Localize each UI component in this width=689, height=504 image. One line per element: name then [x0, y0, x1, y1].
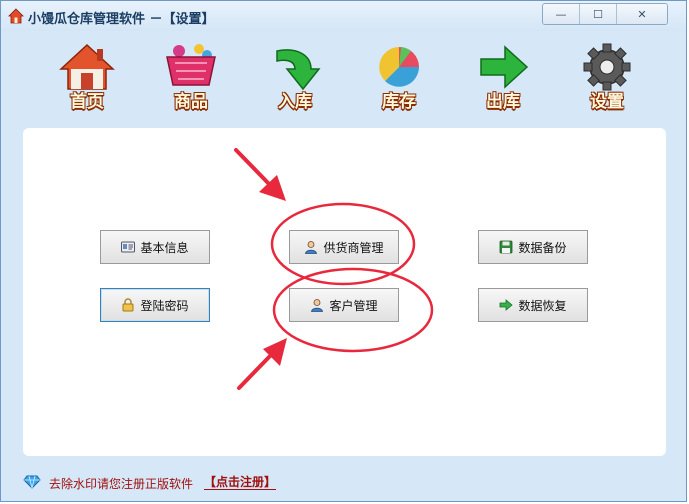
green-arrow-in-icon [276, 49, 321, 91]
lock-icon [122, 298, 134, 312]
toolbar-settings-label: 设置 [590, 92, 624, 112]
toolbar-inventory[interactable]: 库存 [363, 43, 435, 113]
basic-info-label: 基本信息 [140, 240, 189, 255]
toolbar-inventory-label: 库存 [382, 92, 416, 112]
supplier-management-button[interactable]: 供货商管理 [289, 230, 399, 264]
toolbar-inbound-label: 入库 [278, 92, 312, 112]
gear-icon [583, 43, 631, 91]
toolbar-goods[interactable]: 商品 [155, 43, 227, 113]
app-window: 小馒瓜仓库管理软件 －【设置】 — ☐ ✕ 首页 商品 入库 库存 出库 设置 … [0, 0, 687, 502]
user-icon [305, 241, 318, 254]
title-bar: 小馒瓜仓库管理软件 －【设置】 — ☐ ✕ [1, 1, 686, 31]
data-backup-label: 数据备份 [518, 240, 567, 255]
basic-info-button[interactable]: 基本信息 [100, 230, 210, 264]
status-bar: 去除水印请您注册正版软件 【点击注册】 [1, 465, 686, 501]
login-password-label: 登陆密码 [140, 298, 189, 313]
green-arrow-out-icon [480, 45, 529, 89]
floppy-disk-icon [500, 240, 513, 254]
login-password-button[interactable]: 登陆密码 [100, 288, 210, 322]
house-app-icon [8, 8, 24, 24]
toolbar-home-label: 首页 [70, 92, 104, 112]
toolbar-inbound[interactable]: 入库 [259, 43, 331, 113]
toolbar-outbound[interactable]: 出库 [467, 43, 539, 113]
toolbar-goods-label: 商品 [174, 92, 208, 112]
close-button[interactable]: ✕ [617, 4, 667, 24]
window-controls: — ☐ ✕ [542, 3, 668, 25]
toolbar-home[interactable]: 首页 [51, 43, 123, 113]
customer-management-label: 客户管理 [329, 298, 378, 313]
annotation-arrow-top [234, 148, 286, 201]
data-restore-label: 数据恢复 [518, 298, 567, 313]
toolbar-settings[interactable]: 设置 [571, 43, 643, 113]
main-toolbar: 首页 商品 入库 库存 出库 设置 [51, 43, 651, 113]
pie-chart-icon [379, 47, 419, 87]
id-card-icon [121, 241, 136, 253]
data-restore-button[interactable]: 数据恢复 [478, 288, 588, 322]
watermark-message: 去除水印请您注册正版软件 [49, 477, 194, 491]
register-link[interactable]: 【点击注册】 [204, 475, 277, 490]
customer-management-button[interactable]: 客户管理 [289, 288, 399, 322]
green-arrow-right-icon [500, 299, 514, 311]
shopping-basket-icon [166, 44, 216, 86]
maximize-button[interactable]: ☐ [580, 4, 617, 24]
settings-panel: 基本信息 登陆密码 供货商管理 客户管理 数据备份 数据恢复 [23, 128, 666, 456]
window-title: 小馒瓜仓库管理软件 －【设置】 [28, 12, 215, 27]
toolbar-outbound-label: 出库 [486, 92, 520, 112]
user-icon [311, 299, 324, 312]
home-icon [59, 43, 115, 90]
minimize-button[interactable]: — [543, 4, 580, 24]
annotation-arrow-bottom [237, 338, 287, 390]
supplier-management-label: 供货商管理 [323, 240, 384, 255]
diamond-icon [23, 475, 41, 489]
data-backup-button[interactable]: 数据备份 [478, 230, 588, 264]
